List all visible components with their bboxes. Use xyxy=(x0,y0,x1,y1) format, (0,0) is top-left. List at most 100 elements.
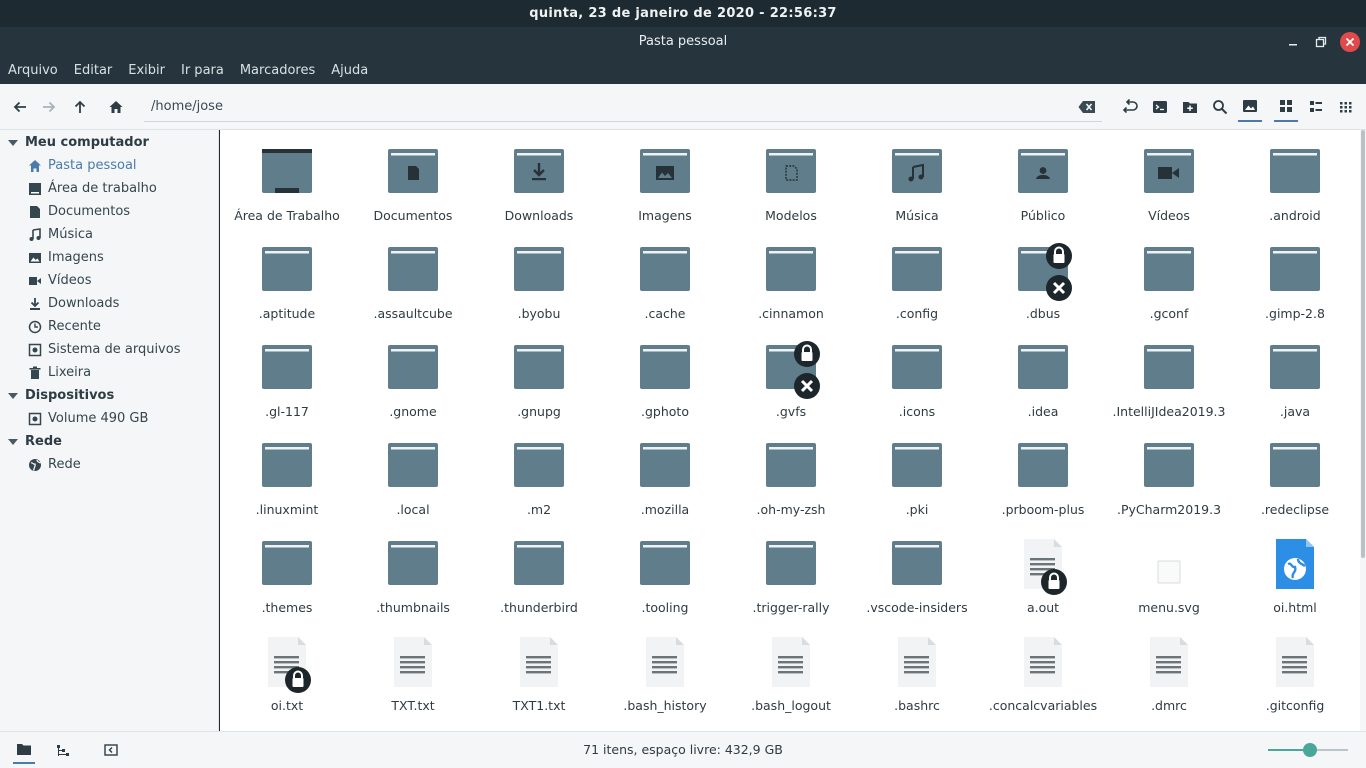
sidebar-item[interactable]: Música xyxy=(28,224,93,246)
icon-view-button[interactable] xyxy=(1274,92,1298,122)
menu-exibir[interactable]: Exibir xyxy=(128,63,165,78)
sidebar-item[interactable]: Lixeira xyxy=(28,362,91,384)
folder-item[interactable]: Música xyxy=(854,130,980,226)
sidebar-item[interactable]: Volume 490 GB xyxy=(28,408,148,430)
file-item[interactable]: .gitconfig xyxy=(1232,620,1358,716)
zoom-slider[interactable] xyxy=(1268,743,1348,757)
folder-item[interactable]: Área de Trabalho xyxy=(224,130,350,226)
file-name: .gvfs xyxy=(775,404,807,419)
html-file-icon xyxy=(1270,538,1320,590)
folder-item[interactable]: .gimp-2.8 xyxy=(1232,228,1358,324)
sidebar-section-header[interactable]: Rede xyxy=(8,431,62,453)
folder-item[interactable]: Público xyxy=(980,130,1106,226)
folder-item[interactable]: .icons xyxy=(854,326,980,422)
folder-item[interactable]: Documentos xyxy=(350,130,476,226)
sidebar-item[interactable]: Downloads xyxy=(28,293,119,315)
sidebar-item[interactable]: Documentos xyxy=(28,201,130,223)
file-item[interactable]: oi.txt xyxy=(224,620,350,716)
folder-item[interactable]: .themes xyxy=(224,522,350,618)
folder-item[interactable]: .android xyxy=(1232,130,1358,226)
folder-item[interactable]: Vídeos xyxy=(1106,130,1232,226)
folder-item[interactable]: .trigger-rally xyxy=(728,522,854,618)
file-item[interactable]: .concalcvariables xyxy=(980,620,1106,716)
zoom-slider-knob[interactable] xyxy=(1302,743,1317,757)
location-bar[interactable]: /home/jose xyxy=(144,92,1102,122)
folder-item[interactable]: .mozilla xyxy=(602,424,728,520)
vertical-scrollbar[interactable] xyxy=(1360,130,1366,731)
folder-item[interactable]: .linuxmint xyxy=(224,424,350,520)
folder-item[interactable]: .cinnamon xyxy=(728,228,854,324)
folder-item[interactable]: .config xyxy=(854,228,980,324)
sidebar-item[interactable]: Vídeos xyxy=(28,270,91,292)
folder-item[interactable]: .redeclipse xyxy=(1232,424,1358,520)
folder-item[interactable]: .local xyxy=(350,424,476,520)
search-button[interactable] xyxy=(1209,96,1231,118)
folder-item[interactable]: Downloads xyxy=(476,130,602,226)
folder-item[interactable]: .cache xyxy=(602,228,728,324)
scrollbar-thumb[interactable] xyxy=(1361,130,1365,558)
folder-item[interactable]: .prboom-plus xyxy=(980,424,1106,520)
folder-item[interactable]: .java xyxy=(1232,326,1358,422)
folder-item[interactable]: .assaultcube xyxy=(350,228,476,324)
folder-item[interactable]: .thunderbird xyxy=(476,522,602,618)
restore-button[interactable] xyxy=(1311,32,1331,52)
file-item[interactable]: .bashrc xyxy=(854,620,980,716)
folder-item[interactable]: .m2 xyxy=(476,424,602,520)
sidebar-item[interactable]: Pasta pessoal xyxy=(28,155,137,177)
folder-item[interactable]: .aptitude xyxy=(224,228,350,324)
sidebar-section-header[interactable]: Dispositivos xyxy=(8,385,114,407)
folder-item[interactable]: .oh-my-zsh xyxy=(728,424,854,520)
close-button[interactable] xyxy=(1340,32,1360,52)
music-icon xyxy=(28,228,42,242)
folder-item[interactable]: .gphoto xyxy=(602,326,728,422)
file-item[interactable]: .bash_logout xyxy=(728,620,854,716)
menu-arquivo[interactable]: Arquivo xyxy=(8,63,58,78)
menu-ajuda[interactable]: Ajuda xyxy=(331,63,368,78)
folder-item[interactable]: .dbus xyxy=(980,228,1106,324)
menu-marcadores[interactable]: Marcadores xyxy=(240,63,315,78)
back-button[interactable] xyxy=(9,96,31,118)
folder-item[interactable]: .idea xyxy=(980,326,1106,422)
folder-item[interactable]: .gnupg xyxy=(476,326,602,422)
new-folder-button[interactable] xyxy=(1179,96,1201,118)
file-item[interactable]: .dmrc xyxy=(1106,620,1232,716)
clear-location-button[interactable] xyxy=(1076,96,1098,118)
folder-item[interactable]: .thumbnails xyxy=(350,522,476,618)
compact-view-button[interactable] xyxy=(1335,96,1357,118)
file-item[interactable]: TXT.txt xyxy=(350,620,476,716)
list-view-button[interactable] xyxy=(1305,96,1327,118)
folder-item[interactable]: .pki xyxy=(854,424,980,520)
terminal-button[interactable] xyxy=(1149,96,1171,118)
toggle-location-button[interactable] xyxy=(1119,96,1141,118)
thumbnails-toggle[interactable] xyxy=(1238,92,1262,122)
up-button[interactable] xyxy=(69,96,91,118)
folder-item[interactable]: .vscode-insiders xyxy=(854,522,980,618)
sidebar-item[interactable]: Rede xyxy=(28,454,81,476)
folder-item[interactable]: Modelos xyxy=(728,130,854,226)
folder-item[interactable]: .byobu xyxy=(476,228,602,324)
sidebar-section-header[interactable]: Meu computador xyxy=(8,132,149,154)
sidebar-item[interactable]: Imagens xyxy=(28,247,104,269)
folder-item[interactable]: .gconf xyxy=(1106,228,1232,324)
file-item[interactable]: menu.svg xyxy=(1106,522,1232,618)
menu-ir-para[interactable]: Ir para xyxy=(181,63,224,78)
file-item[interactable]: a.out xyxy=(980,522,1106,618)
file-item[interactable]: .bash_history xyxy=(602,620,728,716)
folder-item[interactable]: .gl-117 xyxy=(224,326,350,422)
folder-item[interactable]: .tooling xyxy=(602,522,728,618)
folder-icon xyxy=(766,244,816,296)
sidebar-item[interactable]: Recente xyxy=(28,316,101,338)
menu-editar[interactable]: Editar xyxy=(74,63,113,78)
folder-item[interactable]: .PyCharm2019.3 xyxy=(1106,424,1232,520)
file-item[interactable]: oi.html xyxy=(1232,522,1358,618)
folder-item[interactable]: .IntelliJIdea2019.3 xyxy=(1106,326,1232,422)
folder-item[interactable]: .gvfs xyxy=(728,326,854,422)
file-item[interactable]: TXT1.txt xyxy=(476,620,602,716)
folder-item[interactable]: Imagens xyxy=(602,130,728,226)
folder-item[interactable]: .gnome xyxy=(350,326,476,422)
home-button[interactable] xyxy=(105,96,127,118)
sidebar-item[interactable]: Área de trabalho xyxy=(28,178,157,200)
minimize-button[interactable] xyxy=(1283,32,1303,52)
forward-button[interactable] xyxy=(38,96,60,118)
sidebar-item[interactable]: Sistema de arquivos xyxy=(28,339,180,361)
